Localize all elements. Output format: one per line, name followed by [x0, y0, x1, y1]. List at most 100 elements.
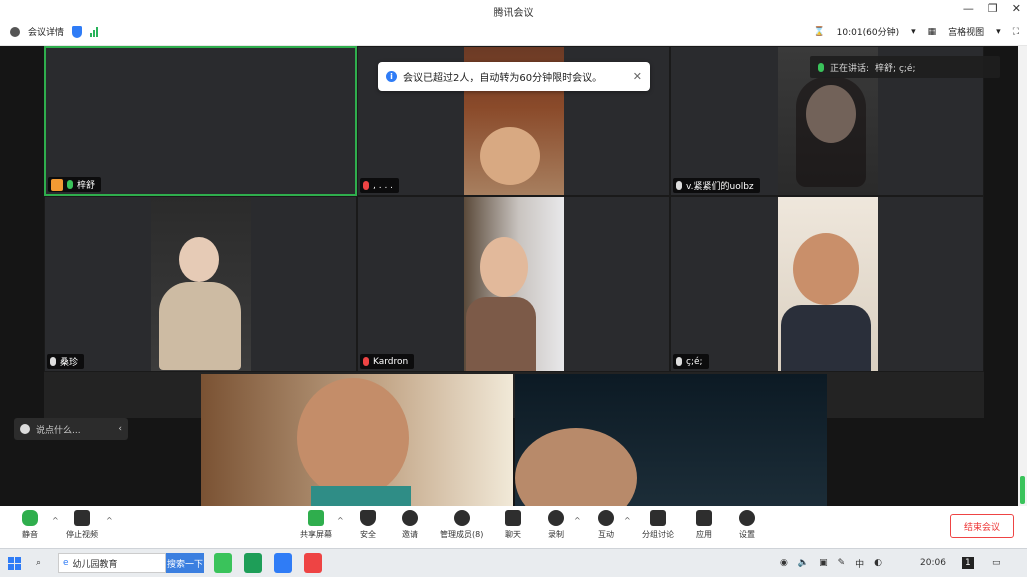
network-icon[interactable]: ▣	[819, 558, 828, 568]
record-icon	[548, 510, 564, 526]
tray-app-icon[interactable]: ◉	[780, 558, 788, 568]
chevron-up-icon[interactable]: ^	[574, 516, 581, 525]
search-icon[interactable]: ⌕	[36, 553, 41, 573]
participant-name: 梓舒	[77, 181, 96, 191]
control-bar: 静音 ^ 停止视频 ^ 共享屏幕 ^ 安全 邀请 管理成员(8) 聊天 录制 ^…	[0, 506, 1027, 548]
share-screen-icon	[308, 510, 324, 526]
fullscreen-icon[interactable]: ⛶	[1013, 27, 1019, 37]
chevron-up-icon[interactable]: ^	[106, 516, 113, 525]
mic-on-icon	[818, 62, 824, 72]
breakout-button[interactable]: 分组讨论	[642, 510, 674, 540]
windows-start-icon[interactable]	[8, 553, 21, 573]
chat-input[interactable]: 说点什么...	[36, 423, 81, 436]
mic-icon	[50, 357, 56, 366]
speaking-indicator: 正在讲话: 梓舒; ç;é;	[810, 56, 1000, 78]
meeting-topbar: 会议详情 ⌛ 10:01(60分钟) ▾ ▦ 宫格视图 ▾ ⛶	[0, 20, 1027, 46]
chat-button[interactable]: 聊天	[505, 510, 521, 540]
collapse-icon[interactable]: ‹	[118, 424, 122, 434]
mute-button[interactable]: 静音	[22, 510, 38, 540]
members-icon	[453, 510, 470, 526]
mic-icon	[676, 181, 682, 190]
tray-app-icon[interactable]: ◐	[874, 558, 882, 568]
stop-video-button[interactable]: 停止视频	[66, 510, 98, 540]
apps-button[interactable]: 应用	[696, 510, 712, 540]
participant-face	[480, 237, 528, 297]
browser-search-field[interactable]: e 幼儿园教育	[58, 553, 166, 573]
browser-tab-label: 幼儿园教育	[72, 559, 118, 570]
speaking-names: 梓舒; ç;é;	[875, 63, 916, 74]
share-screen-button[interactable]: 共享屏幕	[300, 510, 332, 540]
chevron-down-icon[interactable]: ▾	[996, 27, 1001, 37]
record-button[interactable]: 录制	[548, 510, 564, 540]
participant-name: Kardron	[373, 356, 409, 367]
meeting-info-button[interactable]: 会议详情	[28, 25, 64, 38]
network-signal-icon[interactable]	[90, 26, 99, 37]
action-center-icon[interactable]: ▭	[992, 553, 1001, 573]
close-icon[interactable]: ✕	[633, 70, 642, 83]
video-stage: 梓舒 , . . . v.紧紧们的uolbz 桑珍 Kardron ç;é;	[0, 46, 1018, 506]
settings-button[interactable]: 设置	[739, 510, 755, 540]
apps-icon	[696, 510, 712, 526]
chevron-up-icon[interactable]: ^	[337, 516, 344, 525]
chevron-up-icon[interactable]: ^	[624, 516, 631, 525]
interact-button[interactable]: 互动	[598, 510, 614, 540]
name-tag: 桑珍	[47, 354, 85, 369]
volume-icon[interactable]: 🔈	[798, 558, 809, 568]
ime-icon[interactable]: 中	[855, 557, 864, 570]
video-tile-8[interactable]	[515, 374, 827, 506]
gear-icon	[739, 510, 755, 526]
chat-icon	[505, 510, 521, 526]
microphone-icon	[22, 510, 38, 526]
app-icon[interactable]	[214, 553, 232, 573]
name-tag: v.紧紧们的uolbz	[673, 178, 760, 193]
participant-name: , . . .	[373, 180, 394, 191]
manage-members-button[interactable]: 管理成员(8)	[440, 510, 483, 540]
system-tray[interactable]: ◉ 🔈 ▣ ✎ 中 ◐	[780, 553, 882, 573]
scrollbar-thumb[interactable]	[1020, 476, 1025, 504]
end-meeting-button[interactable]: 结束会议	[950, 514, 1014, 538]
video-gallery: 梓舒 , . . . v.紧紧们的uolbz 桑珍 Kardron ç;é;	[44, 46, 984, 418]
participant-name: v.紧紧们的uolbz	[686, 182, 754, 192]
wps-icon[interactable]	[304, 553, 322, 573]
notification-badge[interactable]: 1	[962, 553, 974, 573]
grid-view-icon[interactable]: ▦	[928, 27, 937, 37]
window-title: 腾讯会议	[493, 8, 534, 19]
clock[interactable]: 20:06	[920, 553, 946, 573]
mic-icon	[676, 357, 682, 366]
participant-name: ç;é;	[686, 356, 703, 367]
info-icon: i	[386, 71, 397, 82]
participant-body	[466, 297, 536, 371]
tencent-meeting-icon[interactable]	[274, 553, 292, 573]
restore-icon[interactable]: ❐	[988, 2, 998, 15]
view-mode-button[interactable]: 宫格视图	[948, 25, 984, 38]
quick-chat[interactable]: 说点什么... ‹	[14, 418, 128, 440]
name-tag: 梓舒	[48, 177, 102, 192]
info-icon[interactable]	[10, 26, 20, 37]
video-tile-4[interactable]: 桑珍	[44, 196, 357, 372]
minimize-icon[interactable]: —	[963, 2, 974, 15]
mic-on-icon	[67, 180, 73, 189]
video-tile-1[interactable]: 梓舒	[44, 46, 357, 196]
video-tile-7[interactable]	[201, 374, 513, 506]
video-tile-6[interactable]: ç;é;	[670, 196, 984, 372]
title-bar: 腾讯会议 — ❐ ✕	[0, 0, 1027, 20]
participant-collar	[311, 486, 411, 506]
chevron-up-icon[interactable]: ^	[52, 516, 59, 525]
close-icon[interactable]: ✕	[1012, 2, 1021, 15]
meeting-timer[interactable]: 10:01(60分钟)	[837, 25, 899, 38]
participant-face	[179, 237, 219, 282]
emoji-icon[interactable]	[20, 424, 30, 434]
invite-button[interactable]: 邀请	[402, 510, 418, 540]
app-icon[interactable]	[244, 553, 262, 573]
scrollbar[interactable]	[1018, 46, 1027, 506]
security-button[interactable]: 安全	[360, 510, 376, 540]
limit-notification: i 会议已超过2人，自动转为60分钟限时会议。 ✕	[378, 62, 650, 91]
security-shield-icon[interactable]	[72, 25, 83, 38]
video-tile-5[interactable]: Kardron	[357, 196, 670, 372]
search-go-button[interactable]: 搜索一下	[166, 553, 204, 573]
participant-name: 桑珍	[60, 358, 79, 368]
name-tag: Kardron	[360, 354, 415, 369]
tray-app-icon[interactable]: ✎	[838, 558, 846, 568]
breakout-icon	[650, 510, 666, 526]
chevron-down-icon[interactable]: ▾	[911, 27, 916, 37]
